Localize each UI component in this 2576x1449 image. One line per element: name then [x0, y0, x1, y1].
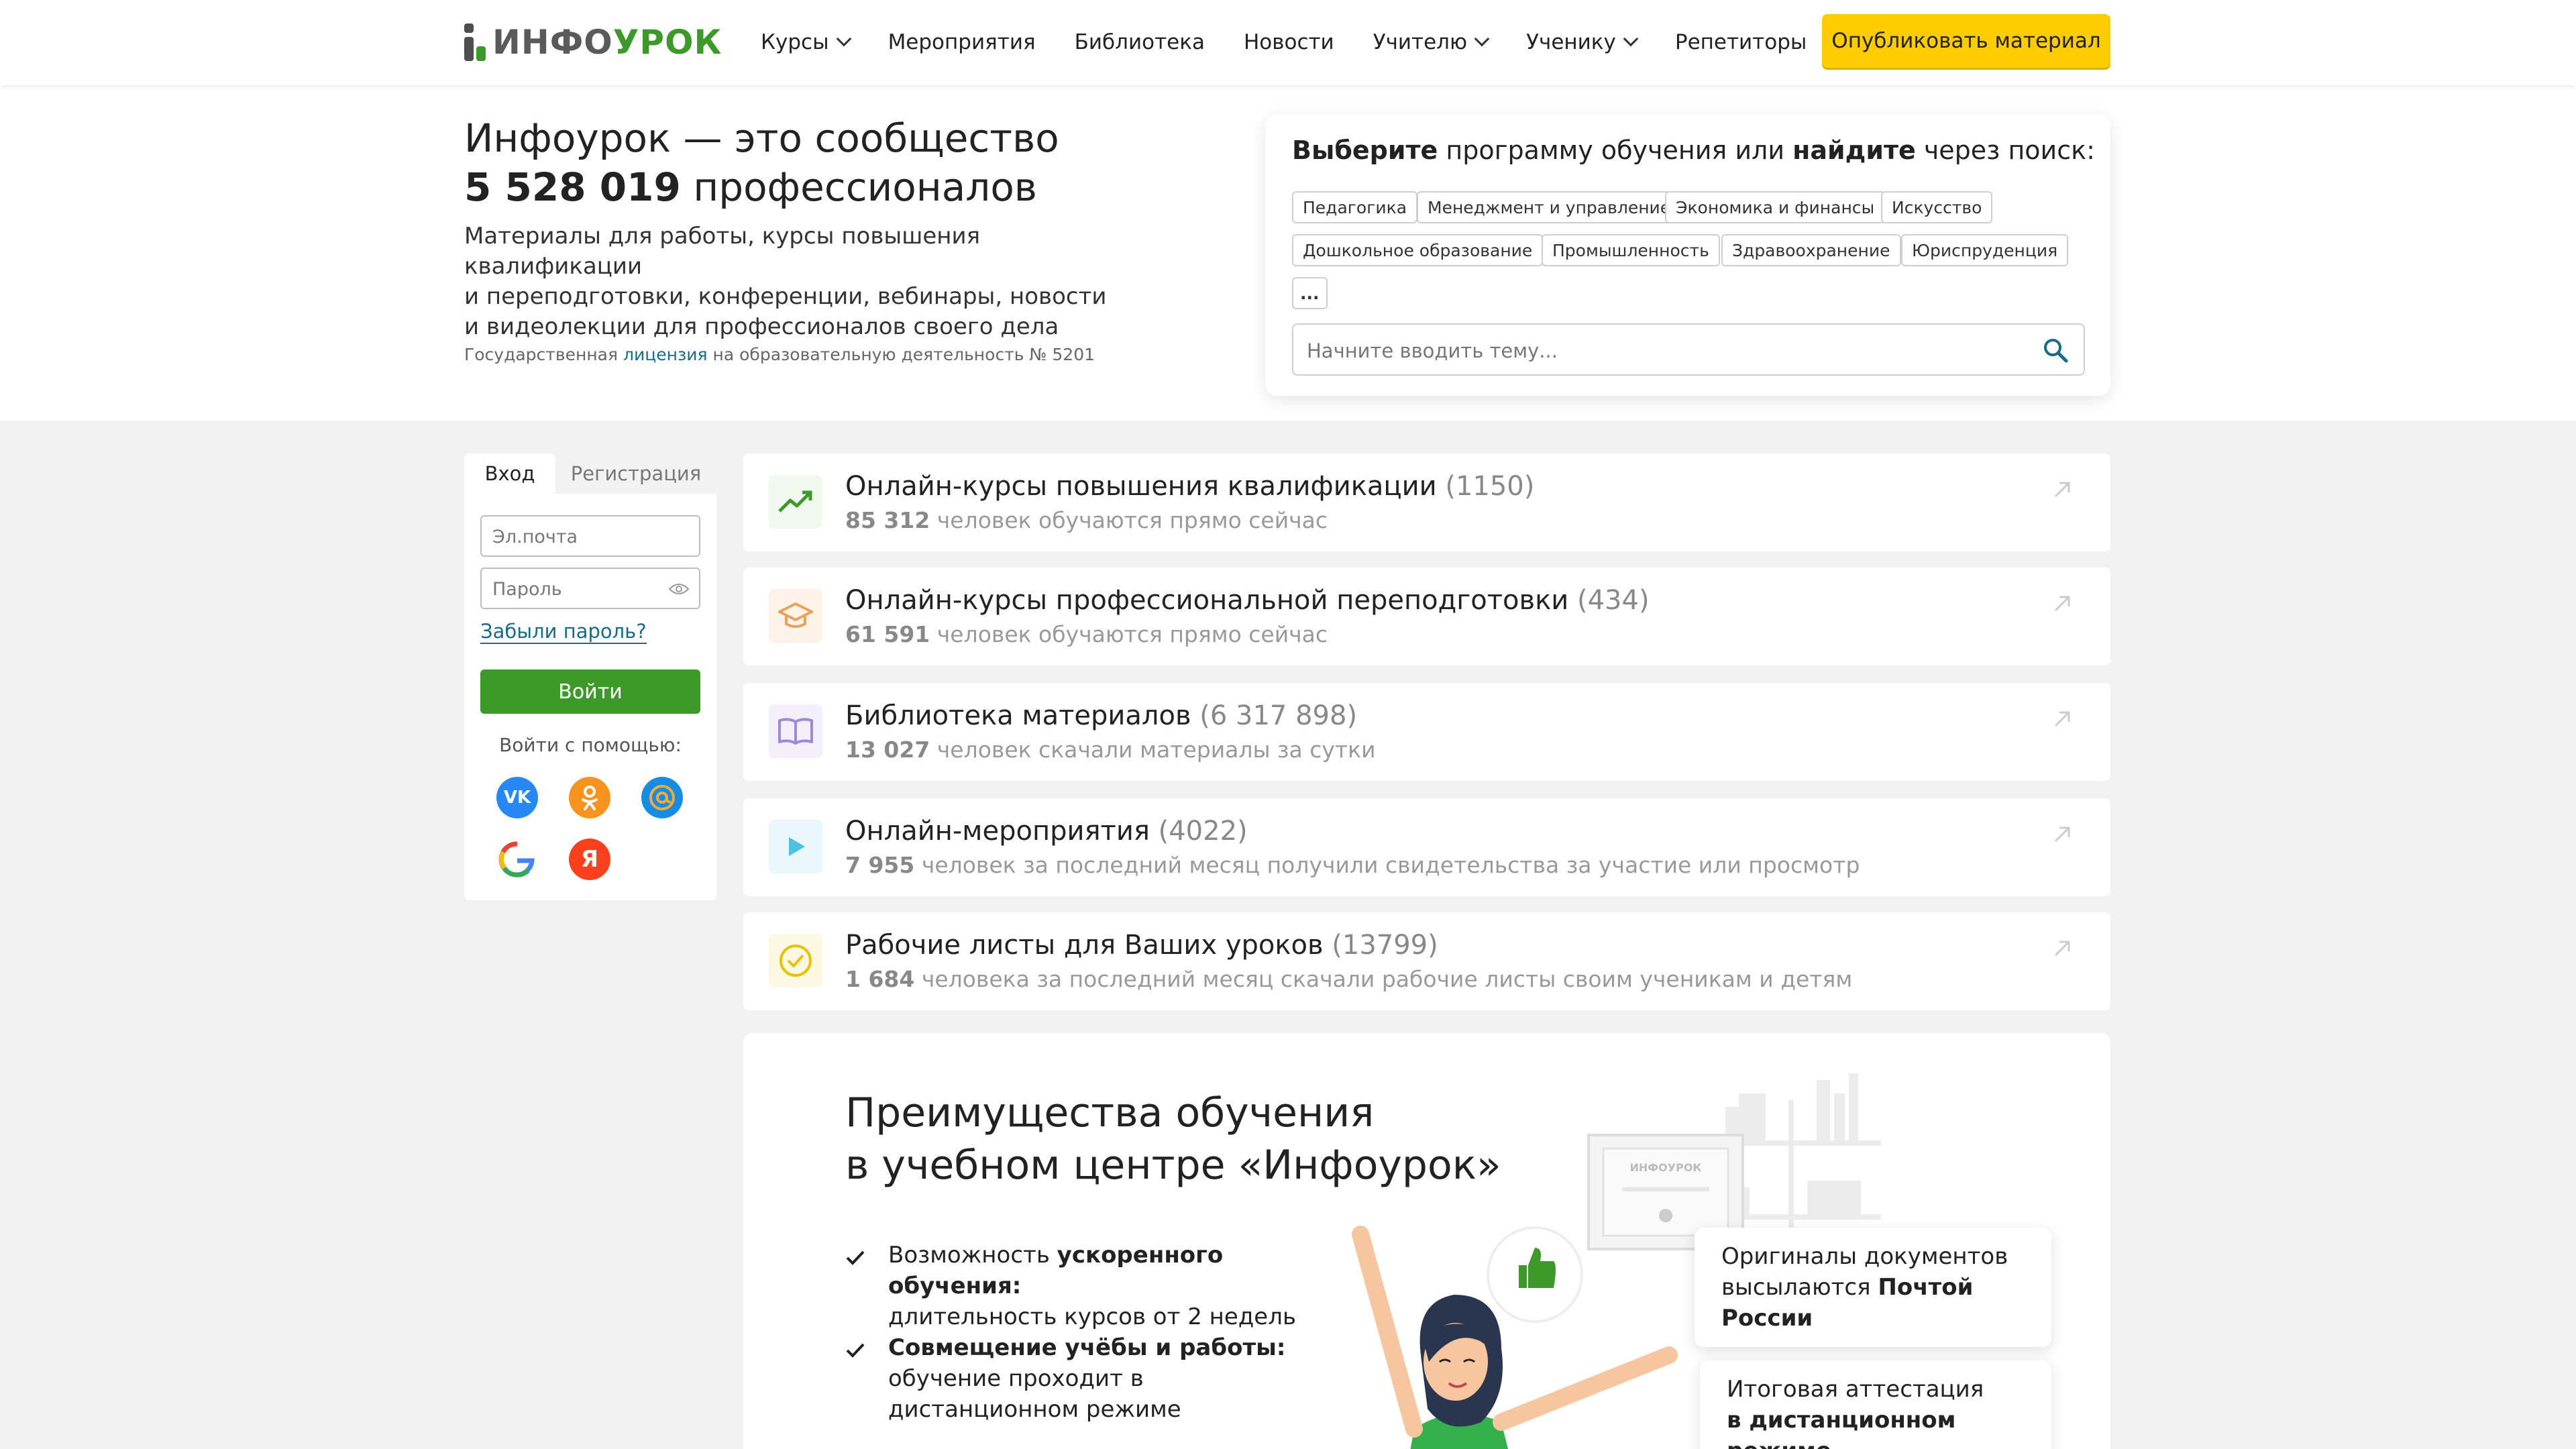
checkmark-icon: [846, 1250, 865, 1265]
arrow-up-right-icon: [2054, 941, 2070, 957]
tab-login[interactable]: Вход: [464, 453, 555, 494]
login-panel: Вход Регистрация Эл.почта Пароль Забыли …: [464, 453, 716, 900]
chevron-down-icon: [1623, 31, 1639, 47]
play-icon: [769, 820, 822, 873]
nav-item-tutors[interactable]: Репетиторы: [1675, 30, 1807, 54]
section-stat: 1 684 человека за последний месяц скачал…: [845, 966, 1853, 992]
logo[interactable]: ИНФОУРОК: [464, 22, 722, 62]
main-nav: Курсы Мероприятия Библиотека Новости Учителю…: [761, 25, 1845, 59]
section-row-worksheets[interactable]: Рабочие листы для Ваших уроков (13799) 1…: [743, 912, 2110, 1010]
arrow-up-right-icon: [2054, 711, 2070, 727]
tab-register[interactable]: Регистрация: [555, 453, 716, 494]
section-row-library[interactable]: Библиотека материалов (6 317 898) 13 027…: [743, 683, 2110, 781]
graduation-cap-icon: [769, 589, 822, 643]
yandex-icon[interactable]: Я: [569, 839, 610, 880]
login-button[interactable]: Войти: [480, 669, 700, 714]
nav-item-library[interactable]: Библиотека: [1075, 30, 1205, 54]
tag-pedagogy[interactable]: Педагогика: [1292, 191, 1418, 223]
nav-item-news[interactable]: Новости: [1244, 30, 1334, 54]
section-stat: 85 312 человек обучаются прямо сейчас: [845, 507, 1328, 533]
search-card: Выберите программу обучения или найдите …: [1265, 114, 2110, 396]
tag-management[interactable]: Менеджмент и управление: [1417, 191, 1682, 223]
hero-title: Инфоурок — это сообщество 5 528 019 проф…: [464, 115, 1059, 210]
forgot-password-link[interactable]: Забыли пароль?: [480, 620, 647, 644]
nav-item-for-student[interactable]: Ученику: [1526, 30, 1639, 54]
info-bubble-attestation: Итоговая аттестация в дистанционном режи…: [1700, 1360, 2051, 1449]
section-title: Онлайн-мероприятия (4022): [845, 816, 1248, 847]
section-row-qualification[interactable]: Онлайн-курсы повышения квалификации (115…: [743, 453, 2110, 551]
tag-preschool[interactable]: Дошкольное образование: [1292, 234, 1544, 266]
password-field[interactable]: Пароль: [480, 568, 700, 609]
nav-item-courses[interactable]: Курсы: [761, 30, 851, 54]
nav-item-label: Библиотека: [1074, 30, 1205, 54]
nav-item-label: Курсы: [761, 30, 829, 54]
member-count: 5 528 019: [464, 164, 681, 210]
ok-icon[interactable]: [569, 777, 610, 818]
nav-item-label: Мероприятия: [888, 30, 1036, 54]
publish-material-button[interactable]: Опубликовать материал: [1822, 14, 2110, 68]
nav-item-events[interactable]: Мероприятия: [888, 30, 1036, 54]
mail-icon[interactable]: [641, 777, 683, 818]
search-icon[interactable]: [2042, 337, 2069, 364]
license-note: Государственная лицензия на образователь…: [464, 345, 1095, 364]
section-stat: 7 955 человек за последний месяц получил…: [845, 852, 1860, 878]
email-field[interactable]: Эл.почта: [480, 515, 700, 557]
tag-more[interactable]: ...: [1292, 277, 1328, 309]
tag-industry[interactable]: Промышленность: [1542, 234, 1720, 266]
diploma-logo: ИНФОУРОК: [1630, 1161, 1702, 1174]
tag-law[interactable]: Юриспруденция: [1901, 234, 2069, 266]
trending-up-icon: [769, 475, 822, 529]
search-card-title: Выберите программу обучения или найдите …: [1292, 136, 2095, 165]
advantages-section: Преимущества обучения в учебном центре «…: [743, 1033, 2110, 1449]
section-title: Рабочие листы для Ваших уроков (13799): [845, 930, 1438, 961]
google-icon[interactable]: [496, 839, 538, 880]
topic-search-input[interactable]: Начните вводить тему...: [1292, 323, 2085, 376]
search-placeholder: Начните вводить тему...: [1307, 339, 1558, 362]
section-title: Онлайн-курсы повышения квалификации (115…: [845, 471, 1535, 502]
checkmark-icon: [846, 1343, 865, 1358]
logo-text: ИНФОУРОК: [492, 23, 722, 62]
nav-item-label: Репетиторы: [1674, 30, 1807, 54]
book-icon: [769, 704, 822, 758]
social-login-label: Войти с помощью:: [499, 734, 682, 756]
chevron-down-icon: [836, 31, 851, 47]
hero-description: Материалы для работы, курсы повышения кв…: [464, 223, 1107, 340]
tag-art[interactable]: Искусство: [1881, 191, 1993, 223]
nav-item-label: Ученику: [1526, 30, 1616, 54]
section-row-events[interactable]: Онлайн-мероприятия (4022) 7 955 человек …: [743, 798, 2110, 896]
tag-economics[interactable]: Экономика и финансы: [1665, 191, 1886, 223]
section-title: Онлайн-курсы профессиональной переподгот…: [845, 585, 1650, 616]
vk-icon[interactable]: VK: [496, 777, 538, 818]
section-row-retraining[interactable]: Онлайн-курсы профессиональной переподгот…: [743, 568, 2110, 665]
chevron-down-icon: [1474, 31, 1490, 47]
check-circle-icon: [769, 934, 822, 987]
arrow-up-right-icon: [2054, 482, 2070, 498]
nav-item-label: Учителю: [1373, 30, 1468, 54]
arrow-up-right-icon: [2054, 596, 2070, 612]
info-bubble-mail: Оригиналы документов высылаются Почтой Р…: [1695, 1228, 2051, 1347]
login-tabs: Вход Регистрация: [464, 453, 716, 494]
section-stat: 13 027 человек скачали материалы за сутк…: [845, 737, 1376, 763]
logo-mark-icon: [464, 23, 487, 61]
site-header: ИНФОУРОК Курсы Мероприятия Библиотека Новос…: [0, 0, 2576, 85]
tag-healthcare[interactable]: Здравоохранение: [1721, 234, 1901, 266]
section-title: Библиотека материалов (6 317 898): [845, 700, 1358, 731]
nav-item-label: Новости: [1243, 30, 1334, 54]
eye-icon[interactable]: [668, 582, 690, 596]
nav-item-for-teacher[interactable]: Учителю: [1373, 30, 1490, 54]
arrow-up-right-icon: [2054, 826, 2070, 843]
license-link[interactable]: лицензия: [623, 345, 708, 364]
section-stat: 61 591 человек обучаются прямо сейчас: [845, 621, 1328, 647]
